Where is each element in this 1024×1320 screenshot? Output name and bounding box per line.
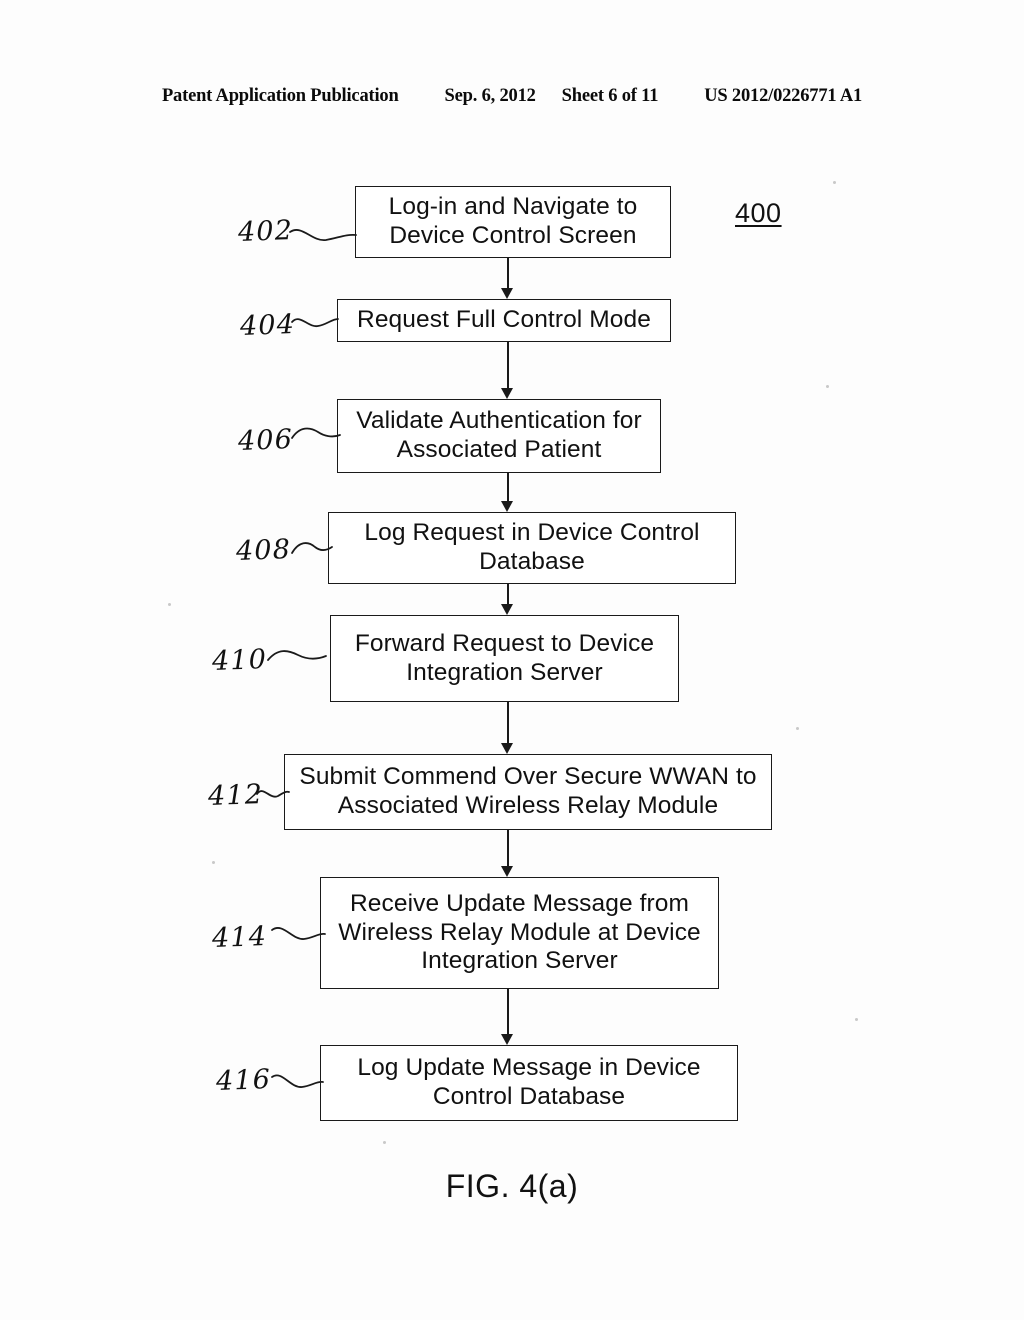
flow-box-410-line2: Integration Server bbox=[406, 658, 603, 686]
ref-numeral-414: 414 bbox=[211, 921, 268, 954]
flow-box-414-line2: Wireless Relay Module at Device bbox=[338, 918, 701, 946]
connector-404-406 bbox=[507, 342, 509, 388]
connector-412-414 bbox=[507, 830, 509, 866]
ref-numeral-406: 406 bbox=[237, 424, 294, 457]
leader-line-408 bbox=[290, 535, 334, 561]
ref-numeral-410: 410 bbox=[211, 644, 268, 677]
leader-line-412 bbox=[256, 782, 290, 806]
flow-box-402-line2: Device Control Screen bbox=[389, 222, 637, 249]
leader-line-410 bbox=[266, 645, 328, 671]
scan-speck bbox=[855, 1018, 858, 1021]
connector-402-404 bbox=[507, 258, 509, 290]
scan-speck bbox=[383, 1141, 386, 1144]
flow-box-410: Forward Request to Device Integration Se… bbox=[330, 615, 679, 702]
arrowhead-402-404 bbox=[501, 288, 513, 299]
scan-speck bbox=[826, 385, 829, 388]
arrowhead-410-412 bbox=[501, 743, 513, 754]
header-sheet-label: Sheet 6 of 11 bbox=[561, 86, 659, 106]
header-date-label: Sep. 6, 2012 bbox=[444, 86, 536, 106]
arrowhead-406-408 bbox=[501, 501, 513, 512]
flow-box-404-line1: Request Full Control Mode bbox=[357, 306, 651, 334]
flow-box-410-line1: Forward Request to Device bbox=[354, 629, 655, 657]
flow-box-408-line1: Log Request in Device Control bbox=[364, 519, 700, 547]
flow-box-408-line2: Database bbox=[479, 548, 585, 575]
arrowhead-404-406 bbox=[501, 388, 513, 399]
connector-414-416 bbox=[507, 989, 509, 1034]
flow-box-414-line1: Receive Update Message from bbox=[349, 889, 690, 917]
patent-drawing-page: Patent Application Publication Sep. 6, 2… bbox=[0, 0, 1024, 1320]
flow-box-414-line3: Integration Server bbox=[421, 947, 618, 975]
leader-line-404 bbox=[290, 310, 340, 336]
header-publication-label: Patent Application Publication bbox=[161, 86, 399, 106]
header-patent-number: US 2012/0226771 A1 bbox=[704, 86, 863, 106]
flow-box-406-line2: Associated Patient bbox=[396, 436, 602, 463]
figure-number-400: 400 bbox=[735, 198, 782, 228]
arrowhead-408-410 bbox=[501, 604, 513, 615]
flow-box-406-line1: Validate Authentication for bbox=[356, 407, 642, 435]
leader-line-402 bbox=[288, 222, 358, 252]
connector-406-408 bbox=[507, 473, 509, 501]
ref-numeral-416: 416 bbox=[215, 1064, 272, 1097]
scan-speck bbox=[168, 603, 171, 606]
leader-line-406 bbox=[290, 422, 342, 448]
flow-box-406: Validate Authentication for Associated P… bbox=[337, 399, 661, 473]
flow-box-414: Receive Update Message from Wireless Rel… bbox=[320, 877, 719, 989]
flow-box-402: Log-in and Navigate to Device Control Sc… bbox=[355, 186, 671, 258]
arrowhead-412-414 bbox=[501, 866, 513, 877]
flow-box-412: Submit Commend Over Secure WWAN to Assoc… bbox=[284, 754, 772, 830]
flow-box-408: Log Request in Device Control Database bbox=[328, 512, 736, 584]
flow-box-412-line2: Associated Wireless Relay Module bbox=[337, 792, 719, 819]
leader-line-416 bbox=[270, 1068, 324, 1096]
flow-box-416-line1: Log Update Message in Device bbox=[357, 1054, 701, 1082]
ref-numeral-402: 402 bbox=[237, 215, 294, 248]
ref-numeral-408: 408 bbox=[235, 534, 292, 567]
figure-caption: FIG. 4(a) bbox=[445, 1168, 579, 1204]
scan-speck bbox=[212, 861, 215, 864]
ref-numeral-404: 404 bbox=[239, 309, 296, 342]
flow-box-416-line2: Control Database bbox=[432, 1083, 626, 1110]
flow-box-402-line1: Log-in and Navigate to bbox=[388, 193, 638, 221]
arrowhead-414-416 bbox=[501, 1034, 513, 1045]
flow-box-404: Request Full Control Mode bbox=[337, 299, 671, 342]
page-header: Patent Application Publication Sep. 6, 2… bbox=[0, 86, 1024, 112]
connector-410-412 bbox=[507, 702, 509, 743]
scan-speck bbox=[833, 181, 836, 184]
flow-box-416: Log Update Message in Device Control Dat… bbox=[320, 1045, 738, 1121]
leader-line-414 bbox=[270, 920, 326, 948]
scan-speck bbox=[796, 727, 799, 730]
connector-408-410 bbox=[507, 584, 509, 604]
flow-box-412-line1: Submit Commend Over Secure WWAN to bbox=[299, 763, 757, 791]
